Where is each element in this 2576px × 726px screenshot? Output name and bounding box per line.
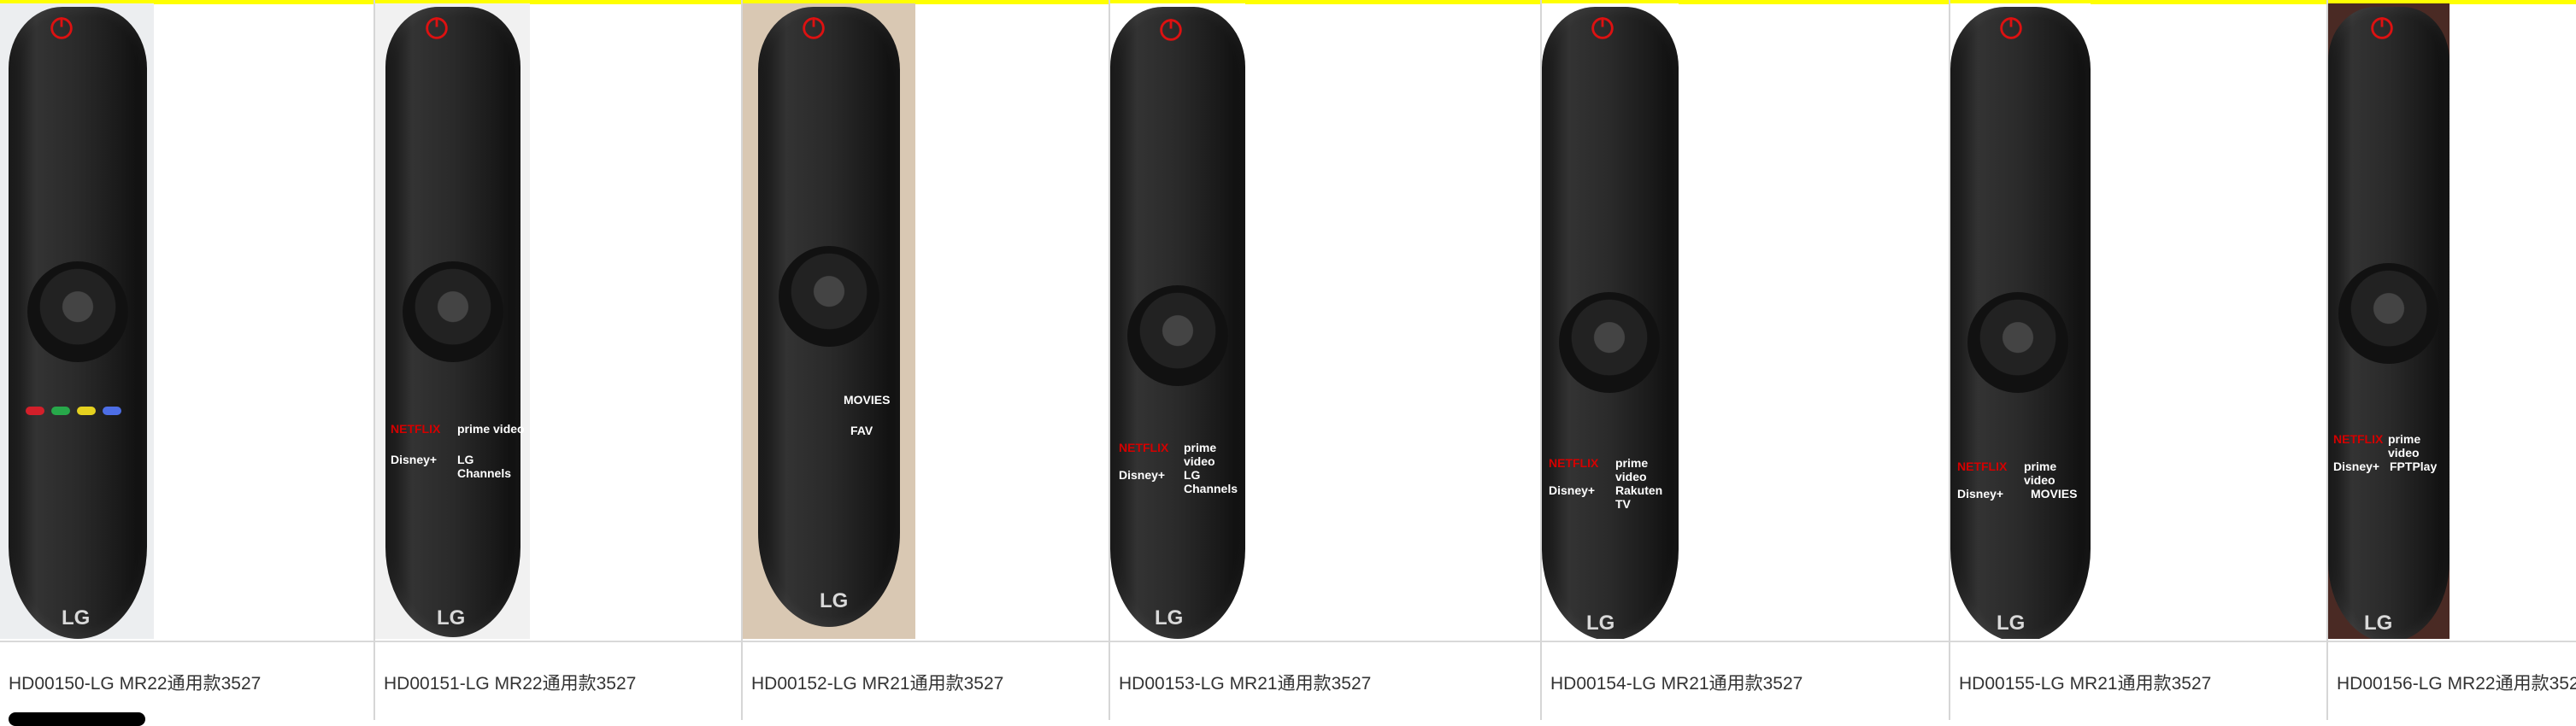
product-label: HD00152-LG MR21通用款3527	[751, 674, 1004, 694]
power-icon	[799, 14, 828, 43]
netflix-icon: NETFLIX	[1957, 460, 2008, 473]
prime-video-icon: prime video	[2024, 460, 2057, 487]
product-grid: LG HD00150-LG MR22通用款3527 NETFLIX prime …	[0, 0, 2576, 720]
bottom-pill	[9, 712, 145, 726]
product-photo: LG	[0, 3, 154, 639]
lg-logo-icon: LG	[820, 589, 849, 612]
fav-icon: FAV	[850, 424, 873, 437]
green-button-icon	[51, 407, 70, 415]
prime-video-icon: prime video	[1184, 441, 1217, 468]
product-label: HD00151-LG MR22通用款3527	[384, 674, 637, 694]
disney-icon: Disney+	[1549, 483, 1596, 497]
product-cell[interactable]: NETFLIX prime video Disney+ FPTPlay LG H…	[2326, 0, 2576, 720]
netflix-icon: NETFLIX	[1119, 441, 1169, 454]
power-icon	[47, 14, 76, 43]
wheel-icon	[403, 261, 503, 362]
disney-icon: Disney+	[391, 453, 438, 466]
lg-channels-icon: LG Channels	[457, 453, 512, 480]
power-icon	[422, 14, 451, 43]
disney-icon: Disney+	[2333, 460, 2380, 473]
wheel-icon	[1127, 285, 1228, 386]
lg-logo-icon: LG	[2364, 612, 2393, 635]
power-icon	[1997, 14, 2026, 43]
product-photo: NETFLIX prime video Disney+ LG Channels …	[1110, 3, 1245, 639]
prime-video-icon: prime video	[1615, 456, 1649, 483]
product-cell[interactable]: NETFLIX prime video Disney+ LG Channels …	[1109, 0, 1540, 720]
product-photo: NETFLIX prime video Disney+ Rakuten TV L…	[1542, 3, 1679, 639]
product-photo: MOVIES FAV LG	[743, 3, 915, 639]
prime-video-icon: prime video	[457, 422, 525, 436]
netflix-icon: NETFLIX	[2333, 432, 2384, 446]
disney-icon: Disney+	[1957, 487, 2004, 501]
rakuten-tv-icon: Rakuten TV	[1615, 483, 1663, 511]
prime-video-icon: prime video	[2388, 432, 2421, 460]
wheel-icon	[2338, 263, 2439, 364]
product-cell[interactable]: NETFLIX prime video Disney+ LG Channels …	[373, 0, 741, 720]
lg-logo-icon: LG	[1997, 612, 2026, 635]
netflix-icon: NETFLIX	[391, 422, 441, 436]
lg-logo-icon: LG	[1586, 612, 1615, 635]
disney-icon: Disney+	[1119, 468, 1166, 482]
lg-channels-icon: LG Channels	[1184, 468, 1238, 495]
lg-logo-icon: LG	[62, 606, 91, 629]
lg-logo-icon: LG	[1155, 606, 1184, 629]
product-cell[interactable]: MOVIES FAV LG HD00152-LG MR21通用款3527	[741, 0, 1109, 720]
yellow-button-icon	[77, 407, 96, 415]
product-cell[interactable]: NETFLIX prime video Disney+ MOVIES LG HD…	[1949, 0, 2326, 720]
power-icon	[1588, 14, 1617, 43]
lg-logo-icon: LG	[437, 606, 466, 629]
product-cell[interactable]: NETFLIX prime video Disney+ Rakuten TV L…	[1540, 0, 1949, 720]
product-photo: NETFLIX prime video Disney+ LG Channels …	[375, 3, 530, 639]
power-icon	[2367, 14, 2397, 43]
wheel-icon	[779, 246, 879, 347]
product-label: HD00155-LG MR21通用款3527	[1959, 674, 2212, 694]
netflix-icon: NETFLIX	[1549, 456, 1599, 470]
product-label: HD00156-LG MR22通用款3527	[2337, 674, 2576, 694]
wheel-icon	[27, 261, 128, 362]
product-label: HD00154-LG MR21通用款3527	[1550, 674, 1803, 694]
wheel-icon	[1967, 292, 2068, 393]
fpt-play-icon: FPTPlay	[2390, 460, 2438, 473]
red-button-icon	[26, 407, 44, 415]
wheel-icon	[1559, 292, 1660, 393]
movies-icon: MOVIES	[844, 393, 891, 407]
product-photo: NETFLIX prime video Disney+ FPTPlay LG	[2328, 3, 2450, 639]
product-photo: NETFLIX prime video Disney+ MOVIES LG	[1950, 3, 2091, 639]
product-label: HD00153-LG MR21通用款3527	[1119, 674, 1372, 694]
product-label: HD00150-LG MR22通用款3527	[9, 674, 262, 694]
product-cell[interactable]: LG HD00150-LG MR22通用款3527	[0, 0, 373, 720]
power-icon	[1156, 15, 1185, 44]
movies-icon: MOVIES	[2031, 487, 2078, 501]
blue-button-icon	[103, 407, 121, 415]
